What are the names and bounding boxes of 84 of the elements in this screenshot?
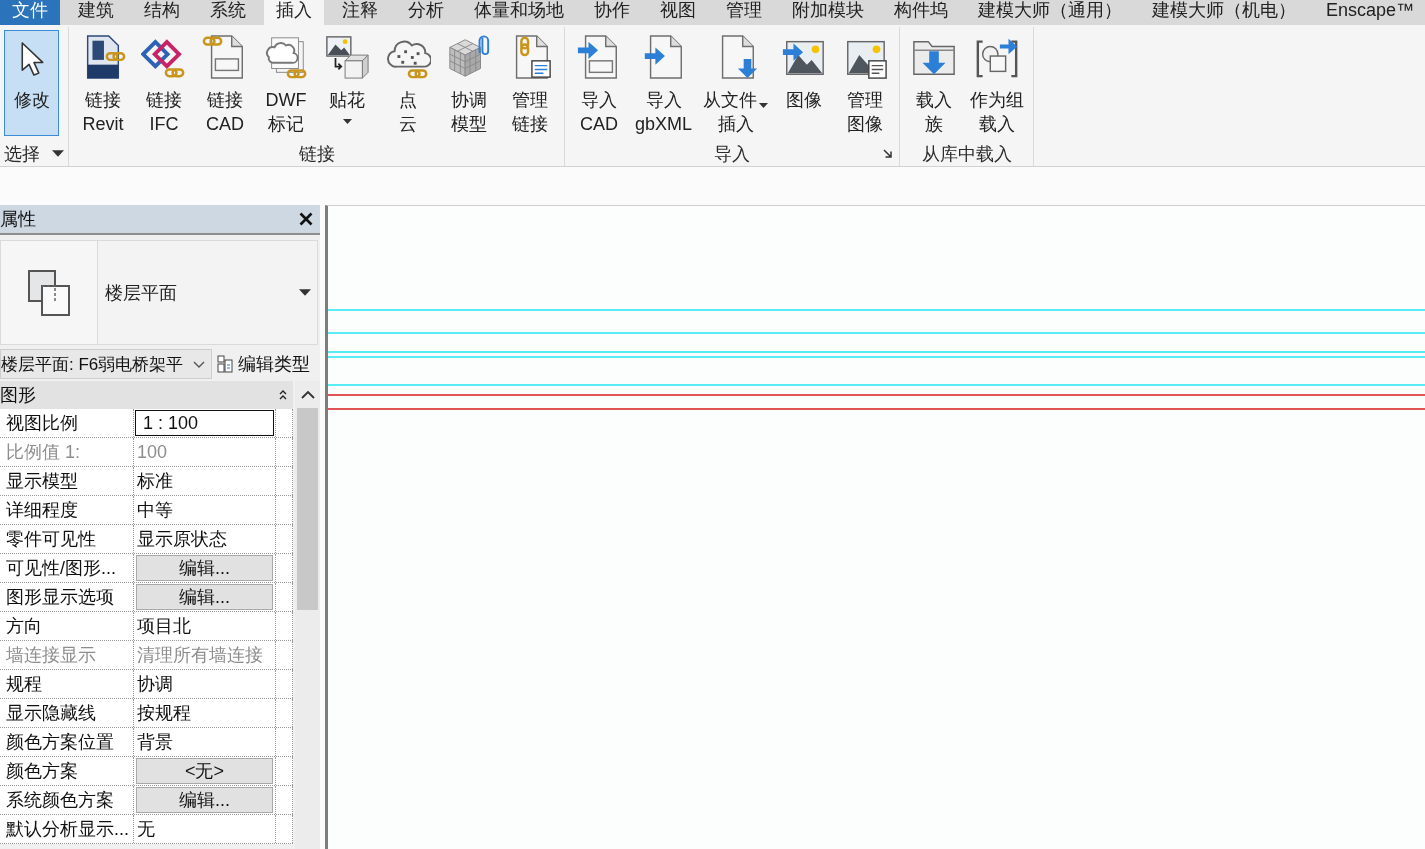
property-value: 100: [136, 441, 168, 464]
property-edit-button[interactable]: 编辑...: [136, 555, 273, 581]
ribbon-button[interactable]: 导入 CAD: [570, 30, 628, 140]
property-label: 颜色方案位置: [0, 728, 134, 756]
ribbon-button[interactable]: 协调 模型: [440, 30, 498, 140]
property-value: 中等: [136, 499, 173, 522]
ribbon-tab[interactable]: 结构: [132, 0, 192, 25]
ribbon-button[interactable]: 贴花: [318, 30, 376, 140]
property-edit-button[interactable]: 编辑...: [136, 787, 273, 813]
ribbon-button[interactable]: 链接 Revit: [74, 30, 132, 140]
ribbon-button[interactable]: 作为组 载入: [966, 30, 1029, 140]
cloud-pages-icon: [263, 34, 309, 80]
ribbon-tab[interactable]: 体量和场地: [462, 0, 576, 25]
ribbon-tab[interactable]: 插入: [264, 0, 324, 25]
property-value: 项目北: [136, 615, 191, 638]
scrollbar-thumb[interactable]: [297, 408, 318, 610]
ribbon-button[interactable]: 点 云: [379, 30, 437, 140]
value-field[interactable]: 1 : 100: [135, 410, 274, 436]
property-value: 显示原状态: [136, 528, 227, 551]
property-label: 详细程度: [0, 496, 134, 524]
ribbon-tab[interactable]: 分析: [396, 0, 456, 25]
type-properties-icon: [217, 355, 233, 373]
scroll-up-icon[interactable]: [300, 391, 315, 399]
instance-dropdown[interactable]: 楼层平面: F6弱电桥架平: [0, 349, 212, 379]
chevron-down-icon: [193, 360, 205, 368]
property-value: 标准: [136, 470, 173, 493]
ribbon-tab[interactable]: 管理: [714, 0, 774, 25]
ribbon-tab[interactable]: 协作: [582, 0, 642, 25]
ribbon-button[interactable]: 导入 gbXML: [631, 30, 697, 140]
property-value: 按规程: [136, 702, 191, 725]
property-label: 方向: [0, 612, 134, 640]
property-value: 无: [136, 818, 155, 841]
ribbon-tab[interactable]: 建模大师（通用）: [966, 0, 1134, 25]
ribbon-button[interactable]: 载入 族: [905, 30, 964, 140]
ribbon-button[interactable]: 管理 图像: [836, 30, 895, 140]
group-header[interactable]: 图形: [0, 381, 293, 409]
scrollbar[interactable]: [295, 381, 320, 849]
panel-label: 链接: [298, 142, 335, 165]
property-label: 可见性/图形...: [0, 554, 134, 582]
ribbon-button[interactable]: 从文件 插入: [699, 30, 773, 140]
cube-grid-icon: [446, 34, 492, 80]
ribbon-tab[interactable]: 构件坞: [882, 0, 960, 25]
property-label: 规程: [0, 670, 134, 698]
property-label: 图形显示选项: [0, 583, 134, 611]
ribbon-tab[interactable]: 视图: [648, 0, 708, 25]
ribbon-button[interactable]: 链接 IFC: [135, 30, 193, 140]
property-label: 零件可见性: [0, 525, 134, 553]
property-label: 显示模型: [0, 467, 134, 495]
property-label: 默认分析显示...: [0, 815, 134, 843]
select-dropdown[interactable]: 选择: [4, 142, 64, 165]
property-edit-button[interactable]: <无>: [136, 758, 273, 784]
property-value: 协调: [136, 673, 173, 696]
edit-type-button[interactable]: 编辑类型: [217, 352, 310, 376]
ribbon-tab[interactable]: 建模大师（机电）: [1140, 0, 1308, 25]
launcher-arrow-icon[interactable]: [883, 149, 893, 158]
ribbon-button[interactable]: 链接 CAD: [196, 30, 254, 140]
property-label: 颜色方案: [0, 757, 134, 785]
modify-button[interactable]: 修改: [4, 30, 59, 136]
close-icon: [299, 212, 313, 226]
property-label: 视图比例: [0, 409, 134, 437]
cursor-icon: [18, 41, 45, 77]
ribbon-tab[interactable]: 建筑: [66, 0, 126, 25]
ribbon-button[interactable]: 管理 链接: [501, 30, 559, 140]
ribbon-tab[interactable]: 系统: [198, 0, 258, 25]
ribbon-button[interactable]: DWF 标记: [257, 30, 315, 140]
ribbon-button[interactable]: 图像: [775, 30, 834, 140]
ribbon-tab[interactable]: 注释: [330, 0, 390, 25]
property-label: 比例值 1:: [0, 438, 134, 466]
property-value: 背景: [136, 731, 173, 754]
panel-title: 属性: [0, 208, 36, 231]
panel-label: 从库中载入: [921, 142, 1012, 165]
property-edit-button[interactable]: 编辑...: [136, 584, 273, 610]
panel-label: 导入: [714, 142, 750, 165]
caret-icon: [299, 289, 311, 296]
ribbon-tab[interactable]: Enscape™: [1314, 0, 1425, 25]
ribbon-tab[interactable]: 附加模块: [780, 0, 876, 25]
property-label: 墙连接显示: [0, 641, 134, 669]
property-value: 清理所有墙连接: [136, 644, 263, 667]
type-selector[interactable]: 楼层平面: [0, 240, 318, 345]
property-label: 显示隐藏线: [0, 699, 134, 727]
picture-cube-icon: [324, 34, 370, 80]
property-label: 系统颜色方案: [0, 786, 134, 814]
ribbon-tab[interactable]: 文件: [0, 0, 60, 25]
collapse-icon: [279, 390, 287, 400]
